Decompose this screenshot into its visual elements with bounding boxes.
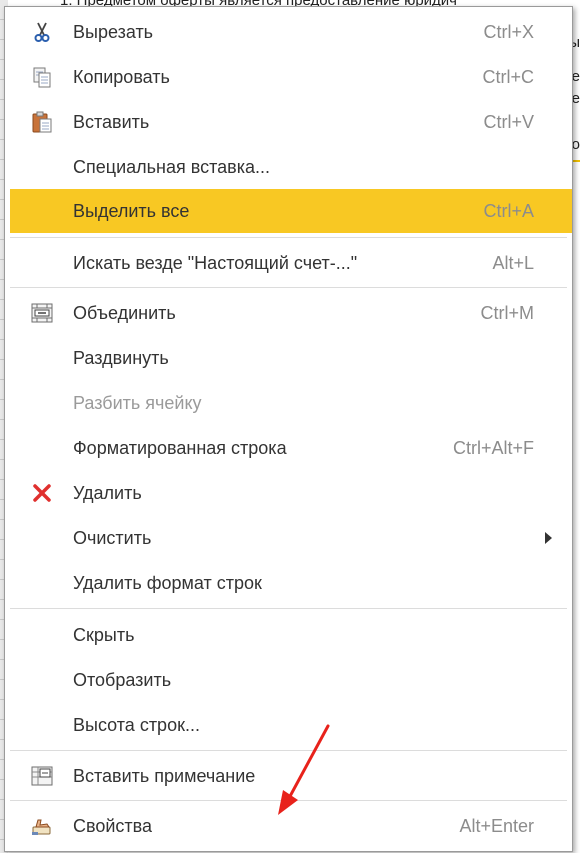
menu-item-label: Отобразить xyxy=(73,669,172,690)
merge-cells-icon xyxy=(31,303,53,323)
menu-separator xyxy=(10,237,567,238)
menu-item-label: Скрыть xyxy=(73,624,135,645)
menu-item-shortcut: Alt+L xyxy=(492,252,534,273)
menu-item-merge[interactable]: Объединить Ctrl+M xyxy=(10,291,572,335)
menu-item-show[interactable]: Отобразить xyxy=(10,658,572,702)
delete-x-icon xyxy=(33,484,51,502)
menu-item-shortcut: Ctrl+A xyxy=(483,200,534,221)
menu-item-label: Вырезать xyxy=(73,21,154,42)
properties-hand-icon xyxy=(32,819,51,835)
menu-item-hide[interactable]: Скрыть xyxy=(10,613,572,657)
menu-item-shortcut: Ctrl+V xyxy=(483,111,534,132)
paste-icon xyxy=(32,111,52,133)
menu-item-copy[interactable]: Копировать Ctrl+C xyxy=(10,55,572,99)
menu-item-formatted-string[interactable]: Форматированная строка Ctrl+Alt+F xyxy=(10,426,572,470)
menu-item-label: Искать везде "Настоящий счет-..." xyxy=(73,252,358,273)
menu-item-label: Вставить xyxy=(73,111,150,132)
menu-item-shortcut: Alt+Enter xyxy=(459,815,534,836)
copy-icon xyxy=(33,67,51,88)
menu-item-label: Высота строк... xyxy=(73,714,200,735)
menu-item-split-cell: Разбить ячейку xyxy=(10,381,572,425)
menu-item-shortcut: Ctrl+M xyxy=(480,302,535,323)
scissors-icon xyxy=(34,22,50,42)
menu-item-label: Вставить примечание xyxy=(73,765,256,786)
menu-item-shortcut: Ctrl+Alt+F xyxy=(452,437,534,458)
menu-item-label: Специальная вставка... xyxy=(73,156,270,177)
menu-item-label: Копировать xyxy=(73,66,170,87)
menu-item-split[interactable]: Раздвинуть xyxy=(10,336,572,380)
menu-item-paste[interactable]: Вставить Ctrl+V xyxy=(10,100,572,144)
menu-item-label: Объединить xyxy=(73,302,176,323)
menu-item-shortcut: Ctrl+C xyxy=(482,66,534,87)
submenu-arrow-icon xyxy=(545,532,552,544)
menu-item-delete[interactable]: Удалить xyxy=(10,471,572,515)
menu-item-label: Удалить xyxy=(73,482,142,503)
menu-item-cut[interactable]: Вырезать Ctrl+X xyxy=(10,10,572,54)
menu-separator xyxy=(10,287,567,288)
menu-separator xyxy=(10,608,567,609)
menu-item-shortcut: Ctrl+X xyxy=(483,21,534,42)
menu-item-label: Форматированная строка xyxy=(73,437,287,458)
menu-item-select-all[interactable]: Выделить все Ctrl+A xyxy=(10,189,572,233)
menu-item-clear[interactable]: Очистить xyxy=(10,516,572,560)
menu-item-label: Свойства xyxy=(73,815,153,836)
menu-item-search-everywhere[interactable]: Искать везде "Настоящий счет-..." Alt+L xyxy=(10,241,572,285)
menu-item-label: Выделить все xyxy=(73,200,190,221)
menu-item-label: Разбить ячейку xyxy=(73,392,202,413)
menu-item-label: Раздвинуть xyxy=(73,347,169,368)
menu-item-label: Очистить xyxy=(73,527,152,548)
menu-item-label: Удалить формат строк xyxy=(73,572,262,593)
note-icon xyxy=(31,766,53,786)
menu-item-paste-special[interactable]: Специальная вставка... xyxy=(10,145,572,189)
annotation-arrow-icon xyxy=(278,724,330,815)
menu-item-clear-row-format[interactable]: Удалить формат строк xyxy=(10,561,572,605)
